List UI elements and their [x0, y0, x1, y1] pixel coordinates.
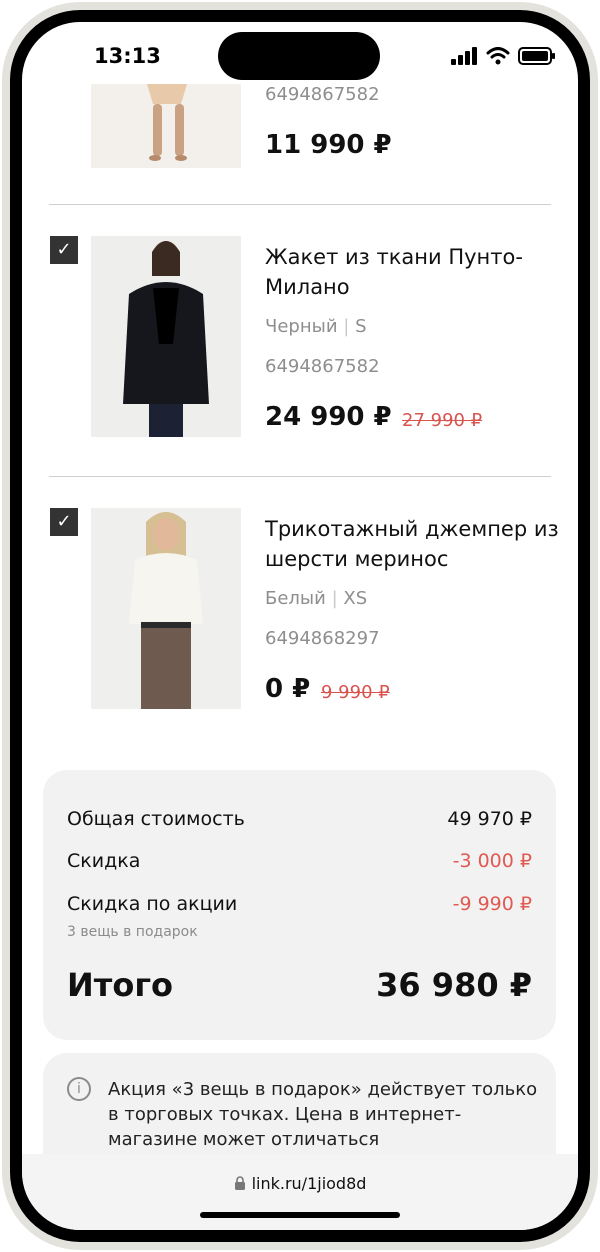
item-2-checkbox[interactable]: ✓ [50, 236, 78, 264]
cellular-signal-icon [451, 47, 477, 65]
wifi-icon [486, 47, 510, 65]
item-2-sku: 6494867582 [265, 356, 380, 377]
dynamic-island [218, 32, 380, 80]
item-2-size: S [355, 316, 367, 337]
discount-value: -3 000 ₽ [452, 850, 532, 872]
variant-separator: | [331, 588, 338, 609]
discount-label: Скидка [67, 850, 141, 872]
browser-bottom-bar: link.ru/1jiod8d [22, 1154, 578, 1230]
total-cost-label: Общая стоимость [67, 808, 245, 830]
check-icon: ✓ [56, 511, 72, 532]
item-2-old-price: 27 990 ₽ [402, 410, 483, 431]
divider [49, 204, 551, 205]
lock-icon [234, 1176, 245, 1190]
item-3-old-price: 9 990 ₽ [321, 682, 390, 703]
item-1-price: 11 990 ₽ [265, 130, 392, 160]
item-1-sku: 6494867582 [265, 84, 380, 105]
divider [49, 476, 551, 477]
battery-icon [518, 47, 555, 65]
notice-text: Акция «3 вещь в подарок» действует тольк… [108, 1079, 538, 1150]
check-icon: ✓ [56, 239, 72, 260]
promo-discount-label: Скидка по акции [67, 893, 238, 915]
info-icon: i [67, 1077, 91, 1101]
grand-total-value: 36 980 ₽ [376, 966, 532, 1004]
variant-separator: | [343, 316, 350, 337]
item-3-variant: Белый | XS [265, 588, 367, 609]
status-icons [450, 46, 556, 66]
item-3-title[interactable]: Трикотажный джемпер из шерсти меринос [265, 514, 565, 574]
item-2-price: 24 990 ₽ [265, 402, 392, 432]
promo-discount-row: Скидка по акции -9 990 ₽ [67, 893, 532, 915]
item-3-sku: 6494868297 [265, 628, 380, 649]
promo-discount-value: -9 990 ₽ [452, 893, 532, 915]
status-time: 13:13 [94, 44, 161, 68]
item-2-color: Черный [265, 316, 338, 337]
promo-sub-label: 3 вещь в подарок [67, 924, 198, 940]
grand-total-label: Итого [67, 966, 174, 1004]
order-summary-panel: Общая стоимость 49 970 ₽ Скидка -3 000 ₽… [43, 770, 556, 1040]
item-3-color: Белый [265, 588, 326, 609]
grand-total-row: Итого 36 980 ₽ [67, 966, 532, 1004]
product-image-2[interactable] [91, 236, 241, 437]
white-sweater-image [91, 508, 241, 709]
product-image-3[interactable] [91, 508, 241, 709]
item-2-variant: Черный | S [265, 316, 367, 337]
discount-row: Скидка -3 000 ₽ [67, 850, 532, 872]
black-jacket-image [91, 236, 241, 437]
url-text: link.ru/1jiod8d [251, 1174, 367, 1193]
url-bar[interactable]: link.ru/1jiod8d [22, 1174, 578, 1193]
home-indicator[interactable] [200, 1212, 400, 1218]
total-cost-row: Общая стоимость 49 970 ₽ [67, 808, 532, 830]
model-legs-image [91, 84, 241, 168]
total-cost-value: 49 970 ₽ [447, 808, 532, 830]
item-3-price: 0 ₽ [265, 674, 311, 704]
product-image-1[interactable] [91, 84, 241, 168]
item-2-title[interactable]: Жакет из ткани Пунто-Милано [265, 242, 565, 302]
screen: 6494867582 11 990 ₽ ✓ Жакет из ткани Пун… [22, 22, 578, 1230]
item-3-size: XS [343, 588, 368, 609]
phone-device: 6494867582 11 990 ₽ ✓ Жакет из ткани Пун… [0, 0, 600, 1252]
item-3-checkbox[interactable]: ✓ [50, 508, 78, 536]
